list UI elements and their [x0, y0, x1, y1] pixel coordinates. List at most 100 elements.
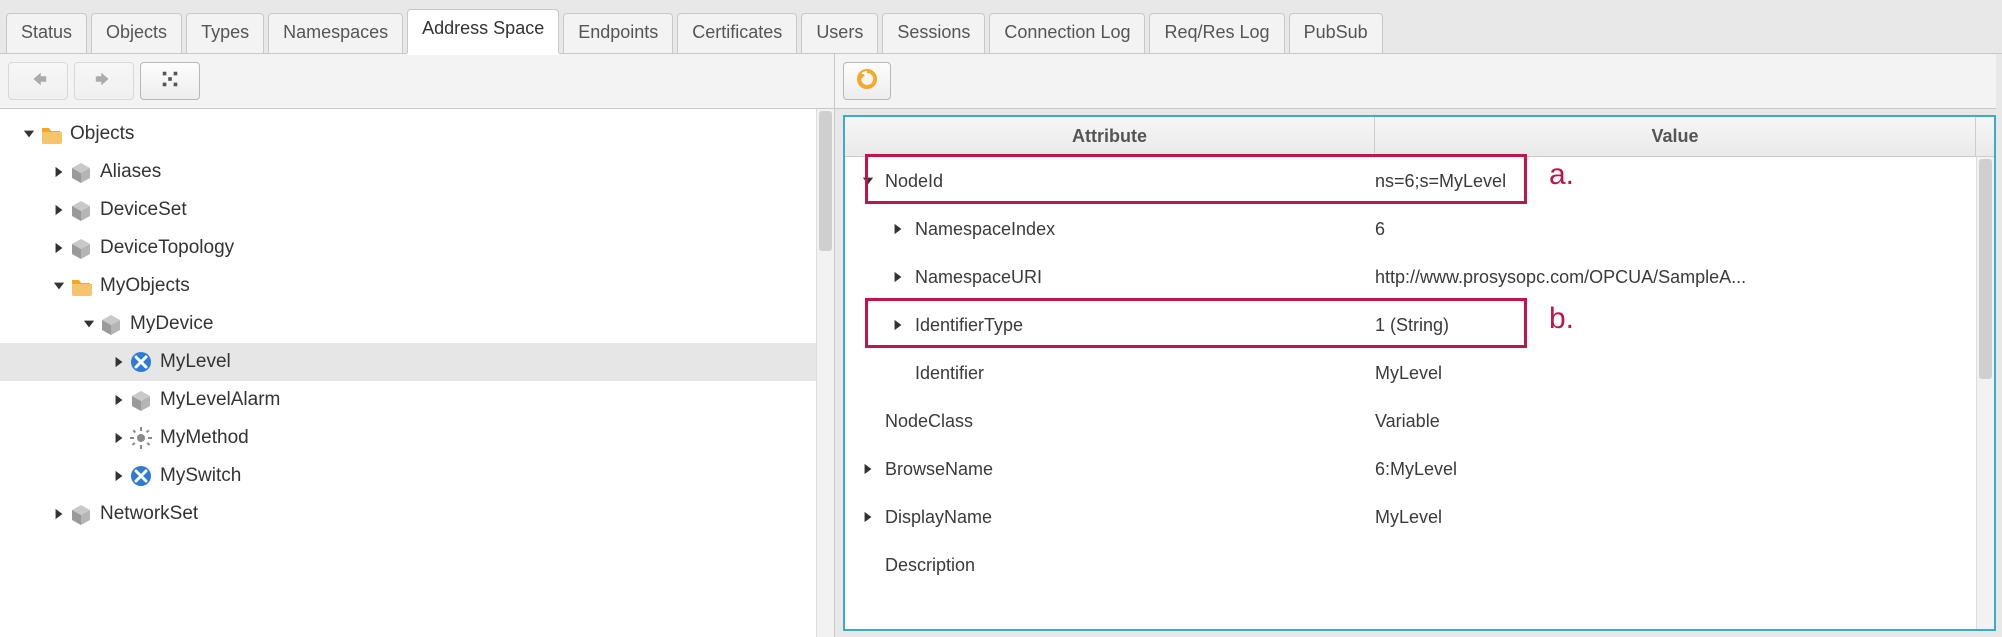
- chevron-down-icon[interactable]: [50, 277, 68, 295]
- tree-node-label: Aliases: [100, 161, 161, 183]
- tree-node-myobjects[interactable]: MyObjects: [0, 267, 816, 305]
- tab-sessions[interactable]: Sessions: [882, 13, 985, 53]
- attr-row-namespaceuri[interactable]: NamespaceURI http://www.prosysopc.com/OPC…: [845, 253, 1976, 301]
- attr-row-nodeclass[interactable]: NodeClassVariable: [845, 397, 1976, 445]
- chevron-right-icon[interactable]: [50, 239, 68, 257]
- attr-name: NamespaceURI: [915, 267, 1042, 288]
- tab-namespaces[interactable]: Namespaces: [268, 13, 403, 53]
- attr-value: http://www.prosysopc.com/OPCUA/SampleA..…: [1375, 267, 1746, 288]
- tree-node-deviceset[interactable]: DeviceSet: [0, 191, 816, 229]
- nav-forward-button[interactable]: [74, 62, 134, 100]
- chevron-right-icon[interactable]: [50, 163, 68, 181]
- left-toolbar: [0, 54, 834, 109]
- tab-pubsub[interactable]: PubSub: [1289, 13, 1383, 53]
- attr-name: BrowseName: [885, 459, 993, 480]
- attr-row-namespaceindex[interactable]: NamespaceIndex 6: [845, 205, 1976, 253]
- attr-row-displayname[interactable]: DisplayName MyLevel: [845, 493, 1976, 541]
- tab-req-res-log[interactable]: Req/Res Log: [1149, 13, 1284, 53]
- tree-node-label: DeviceTopology: [100, 237, 234, 259]
- refresh-icon: [856, 68, 878, 95]
- attr-name: IdentifierType: [915, 315, 1023, 336]
- tab-status[interactable]: Status: [6, 13, 87, 53]
- work-area: Objects Aliases DeviceSet DeviceTopology MyO…: [0, 54, 2002, 637]
- attr-row-browsename[interactable]: BrowseName 6:MyLevel: [845, 445, 1976, 493]
- chevron-right-icon[interactable]: [110, 353, 128, 371]
- cube-icon: [70, 161, 92, 183]
- attr-name-cell: IdentifierType: [845, 315, 1375, 336]
- attr-name: DisplayName: [885, 507, 992, 528]
- focus-button[interactable]: [140, 62, 200, 100]
- attribute-body: NodeIdns=6;s=MyLevelNamespaceIndex6Names…: [845, 157, 1994, 629]
- attribute-rows[interactable]: NodeIdns=6;s=MyLevelNamespaceIndex6Names…: [845, 157, 1976, 629]
- tab-address-space[interactable]: Address Space: [407, 9, 559, 53]
- chevron-down-icon[interactable]: [859, 172, 877, 190]
- tab-certificates[interactable]: Certificates: [677, 13, 797, 53]
- chevron-down-icon[interactable]: [20, 125, 38, 143]
- gear-icon: [130, 427, 152, 449]
- left-pane: Objects Aliases DeviceSet DeviceTopology MyO…: [0, 54, 835, 637]
- nav-back-button[interactable]: [8, 62, 68, 100]
- tree-node-mylevelalarm[interactable]: MyLevelAlarm: [0, 381, 816, 419]
- tree-node-label: MySwitch: [160, 465, 241, 487]
- attribute-scroll-thumb[interactable]: [1979, 159, 1992, 379]
- chevron-right-icon[interactable]: [889, 316, 907, 334]
- tree-node-myswitch[interactable]: MySwitch: [0, 457, 816, 495]
- attr-value-cell: MyLevel: [1375, 363, 1976, 384]
- chevron-right-icon[interactable]: [889, 220, 907, 238]
- tree-node-networkset[interactable]: NetworkSet: [0, 495, 816, 533]
- folder-icon: [40, 123, 62, 145]
- address-space-tree[interactable]: Objects Aliases DeviceSet DeviceTopology MyO…: [0, 109, 816, 637]
- right-toolbar: [835, 54, 1996, 109]
- attr-row-identifier[interactable]: Identifier MyLevel: [845, 349, 1976, 397]
- chevron-right-icon[interactable]: [859, 508, 877, 526]
- header-value[interactable]: Value: [1375, 117, 1976, 156]
- chevron-right-icon[interactable]: [50, 505, 68, 523]
- attribute-scrollbar[interactable]: [1976, 157, 1994, 629]
- chevron-right-icon[interactable]: [50, 201, 68, 219]
- chevron-right-icon[interactable]: [110, 467, 128, 485]
- tab-connection-log[interactable]: Connection Log: [989, 13, 1145, 53]
- chevron-right-icon[interactable]: [889, 268, 907, 286]
- attr-value-cell: MyLevel: [1375, 507, 1976, 528]
- tree-scroll-thumb[interactable]: [819, 111, 832, 251]
- attr-name-cell: NamespaceURI: [845, 267, 1375, 288]
- tab-users[interactable]: Users: [801, 13, 878, 53]
- attr-name-cell: NamespaceIndex: [845, 219, 1375, 240]
- chevron-right-icon[interactable]: [859, 460, 877, 478]
- header-attribute[interactable]: Attribute: [845, 117, 1375, 156]
- tree-node-mydevice[interactable]: MyDevice: [0, 305, 816, 343]
- tree-node-mylevel[interactable]: MyLevel: [0, 343, 816, 381]
- attr-name-cell: BrowseName: [845, 459, 1375, 480]
- attr-row-identifiertype[interactable]: IdentifierType1 (String): [845, 301, 1976, 349]
- tree-scrollbar[interactable]: [816, 109, 834, 637]
- tree-node-label: MyLevel: [160, 351, 231, 373]
- chevron-down-icon[interactable]: [80, 315, 98, 333]
- attr-name-cell: Identifier: [845, 363, 1375, 384]
- attr-name-cell: NodeClass: [845, 411, 1375, 432]
- attr-name: Identifier: [915, 363, 984, 384]
- right-pane: Attribute Value NodeIdns=6;s=MyLevelName…: [835, 54, 2002, 637]
- tree-node-label: DeviceSet: [100, 199, 187, 221]
- tree-node-devicetopology[interactable]: DeviceTopology: [0, 229, 816, 267]
- refresh-button[interactable]: [843, 62, 891, 100]
- tree-node-objects[interactable]: Objects: [0, 115, 816, 153]
- attr-value-cell: Variable: [1375, 411, 1976, 432]
- tab-types[interactable]: Types: [186, 13, 264, 53]
- attr-name: NamespaceIndex: [915, 219, 1055, 240]
- attr-name: Description: [885, 555, 975, 576]
- chevron-right-icon[interactable]: [110, 429, 128, 447]
- attr-value-cell: 6: [1375, 219, 1976, 240]
- tab-endpoints[interactable]: Endpoints: [563, 13, 673, 53]
- tree-node-aliases[interactable]: Aliases: [0, 153, 816, 191]
- tree-node-mymethod[interactable]: MyMethod: [0, 419, 816, 457]
- attr-value-cell: http://www.prosysopc.com/OPCUA/SampleA..…: [1375, 267, 1976, 288]
- attr-value: Variable: [1375, 411, 1440, 432]
- attr-value: MyLevel: [1375, 507, 1442, 528]
- cube-icon: [70, 199, 92, 221]
- chevron-right-icon[interactable]: [110, 391, 128, 409]
- attr-row-description[interactable]: Description: [845, 541, 1976, 589]
- tab-objects[interactable]: Objects: [91, 13, 182, 53]
- attr-row-nodeid[interactable]: NodeIdns=6;s=MyLevel: [845, 157, 1976, 205]
- attr-value-cell: 6:MyLevel: [1375, 459, 1976, 480]
- attr-value: 6:MyLevel: [1375, 459, 1457, 480]
